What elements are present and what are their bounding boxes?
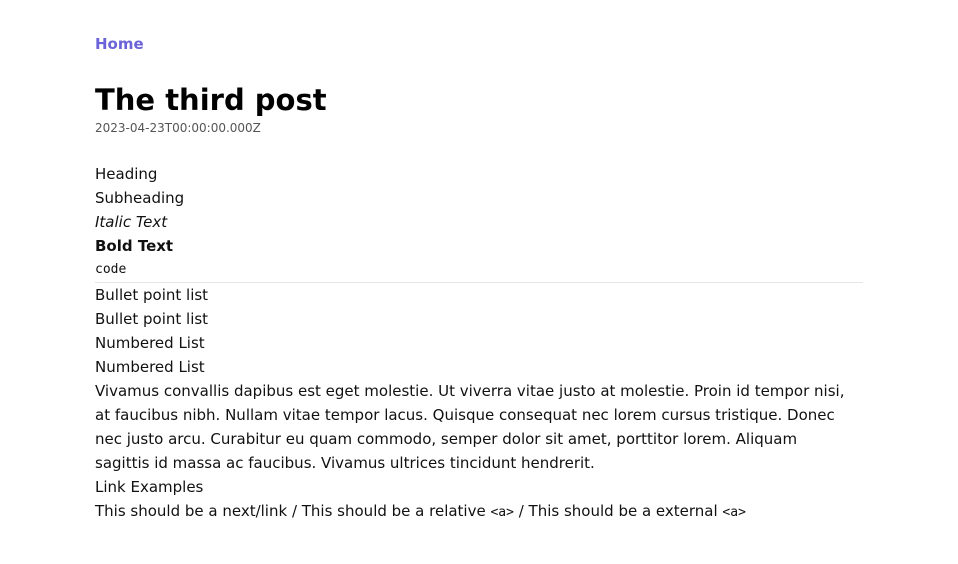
external-link-code: <a>: [722, 505, 746, 520]
page: Home The third post 2023-04-23T00:00:00.…: [0, 0, 958, 564]
subheading-text: Subheading: [95, 189, 185, 207]
bold-text: Bold Text: [95, 237, 174, 255]
next-link-text: This should be a next/link / This should…: [95, 502, 491, 520]
lorem-paragraph: Vivamus convallis dapibus est eget moles…: [95, 382, 845, 472]
link-examples-heading: Link Examples: [95, 478, 204, 496]
italic-text: Italic Text: [95, 213, 168, 231]
post-body: Heading Subheading Italic Text Bold Text…: [95, 162, 863, 525]
relative-link-code: <a>: [490, 505, 514, 520]
bullet-list-item-1: Bullet point list: [95, 286, 209, 304]
numbered-list-item-1: Numbered List: [95, 334, 205, 352]
heading-text: Heading: [95, 165, 158, 183]
code-text: code: [95, 262, 127, 277]
post-date: 2023-04-23T00:00:00.000Z: [95, 121, 261, 135]
bullet-list-item-2: Bullet point list: [95, 310, 209, 328]
numbered-list-item-2: Numbered List: [95, 358, 205, 376]
post-title: The third post: [95, 83, 327, 117]
external-link-text: / This should be a external: [513, 502, 723, 520]
post-content: Home The third post 2023-04-23T00:00:00.…: [95, 34, 863, 525]
link-examples-line: This should be a next/link / This should…: [95, 499, 863, 525]
home-link[interactable]: Home: [95, 34, 144, 54]
